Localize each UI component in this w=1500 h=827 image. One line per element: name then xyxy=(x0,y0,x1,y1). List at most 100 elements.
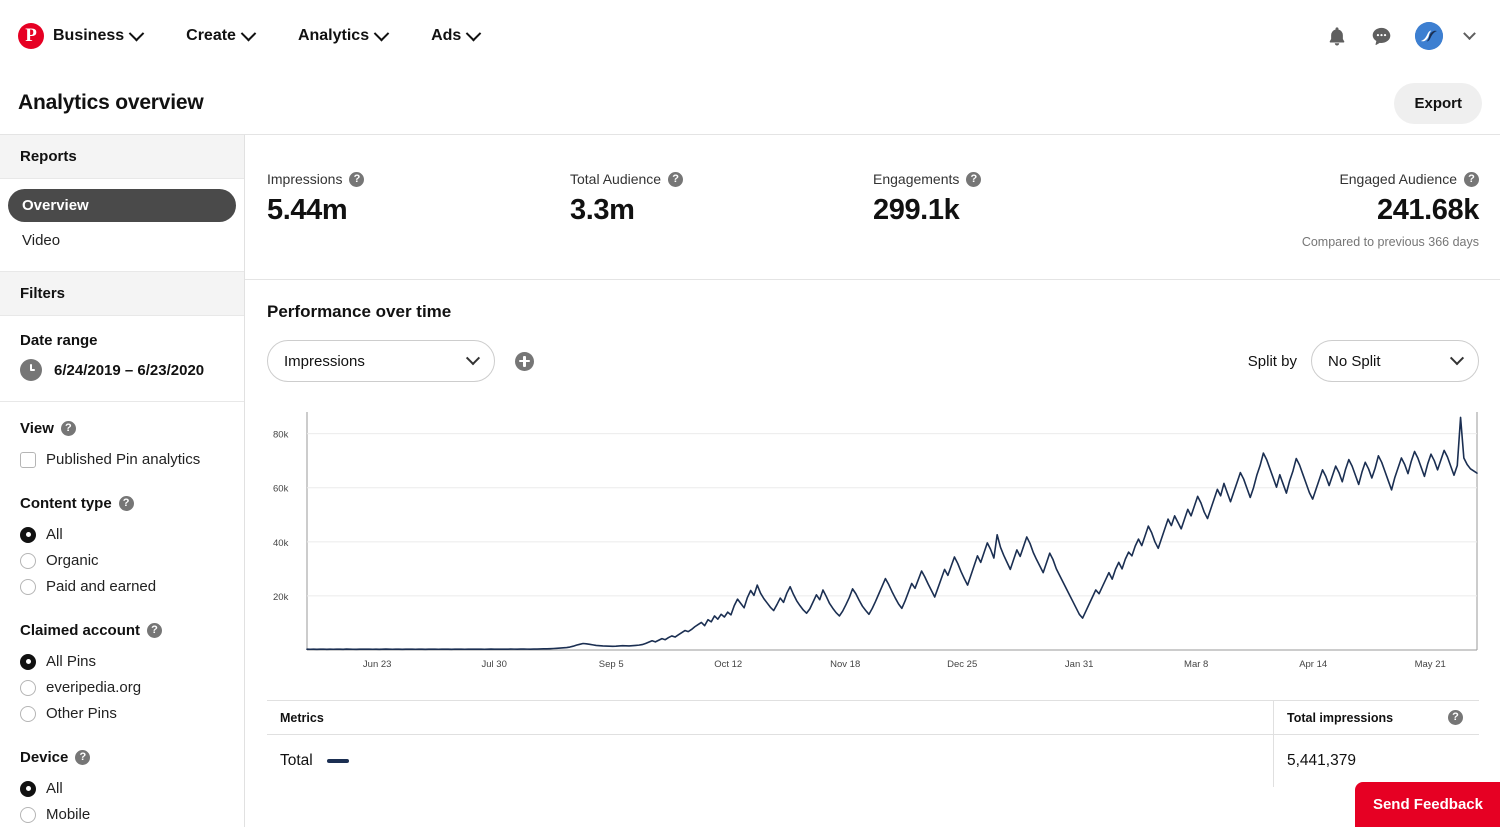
main-content: Impressions ? 5.44m Total Audience ? 3.3… xyxy=(245,134,1500,827)
radio-content-type-all[interactable]: All xyxy=(20,522,224,548)
checkbox-published-pin-analytics[interactable]: Published Pin analytics xyxy=(20,447,224,473)
metric-value: 5.44m xyxy=(267,194,348,226)
metric-label: Engagements ? xyxy=(873,171,1176,187)
send-feedback-button[interactable]: Send Feedback xyxy=(1354,782,1500,827)
radio-button xyxy=(20,705,36,722)
svg-text:May 21: May 21 xyxy=(1415,659,1446,670)
date-range-value: 6/24/2019 – 6/23/2020 xyxy=(54,361,205,379)
help-icon[interactable]: ? xyxy=(147,623,163,638)
svg-text:Oct 12: Oct 12 xyxy=(714,659,742,670)
nav-item-ads[interactable]: Ads xyxy=(431,21,493,51)
split-by-select[interactable]: No Split xyxy=(1311,340,1479,382)
sidebar-report-links: Overview Video xyxy=(0,179,244,272)
chevron-down-icon xyxy=(240,25,257,41)
performance-line-chart: 20k 40k 60k 80k Jun 23 Jul 30 Sep 5 Oct 12 Nov 1… xyxy=(273,412,1478,670)
help-icon[interactable]: ? xyxy=(75,750,91,765)
filter-claimed-account: Claimed account ? All Pins everipedia.or… xyxy=(0,604,244,731)
nav-item-analytics[interactable]: Analytics xyxy=(298,21,401,51)
radio-device-all[interactable]: All xyxy=(20,776,224,802)
avatar[interactable] xyxy=(1415,22,1443,50)
page-title: Analytics overview xyxy=(18,91,204,114)
option-label: Other Pins xyxy=(46,705,117,722)
chevron-down-icon xyxy=(373,25,390,41)
nav-label: Create xyxy=(186,27,236,44)
metric-engagements: Engagements ? 299.1k xyxy=(873,171,1176,249)
top-navigation-bar: P Business Create Analytics Ads xyxy=(0,0,1500,72)
column-header-metrics: Metrics xyxy=(267,701,1274,734)
column-header-total: Total impressions ? xyxy=(1274,701,1479,734)
chevron-down-icon xyxy=(465,351,481,366)
chart-section: Performance over time Impressions Split … xyxy=(245,280,1500,787)
nav-label: Ads xyxy=(431,27,462,44)
chart-plot: 20k 40k 60k 80k Jun 23 Jul 30 Sep 5 Oct 12 Nov 1… xyxy=(267,404,1479,686)
svg-text:Apr 14: Apr 14 xyxy=(1299,659,1327,670)
svg-text:60k: 60k xyxy=(273,484,289,495)
plus-circle-icon[interactable] xyxy=(515,351,534,371)
filter-title-view: View ? xyxy=(20,420,224,437)
metric-value: 241.68k xyxy=(1376,194,1479,226)
radio-button xyxy=(20,780,36,797)
split-by-value: No Split xyxy=(1328,352,1381,370)
filter-content-type: Content type ? All Organic Paid and earn… xyxy=(0,477,244,604)
filter-device: Device ? All Mobile xyxy=(0,731,244,827)
help-icon[interactable]: ? xyxy=(60,421,76,436)
chevron-down-icon xyxy=(128,25,145,41)
metric-engaged-audience: Engaged Audience ? 241.68k Compared to p… xyxy=(1176,171,1480,249)
metric-comparison-note: Compared to previous 366 days xyxy=(1301,235,1479,249)
option-label: All xyxy=(46,780,63,797)
sidebar-heading-reports: Reports xyxy=(0,135,244,179)
svg-text:Nov 18: Nov 18 xyxy=(830,659,860,670)
pinterest-logo-icon[interactable]: P xyxy=(18,23,44,49)
help-icon[interactable]: ? xyxy=(349,171,365,187)
page-body: Reports Overview Video Filters Date rang… xyxy=(0,134,1500,827)
chevron-down-icon[interactable] xyxy=(1463,26,1476,40)
metric-select[interactable]: Impressions xyxy=(267,340,495,382)
chat-bubble-icon[interactable] xyxy=(1370,25,1393,48)
export-button[interactable]: Export xyxy=(1394,82,1482,124)
table-cell-total-impressions: 5,441,379 xyxy=(1287,752,1356,769)
sidebar: Reports Overview Video Filters Date rang… xyxy=(0,134,245,827)
chart-heading: Performance over time xyxy=(267,302,452,321)
help-icon[interactable]: ? xyxy=(668,171,684,187)
help-icon[interactable]: ? xyxy=(118,496,134,511)
metric-select-value: Impressions xyxy=(284,352,365,370)
metric-total-audience: Total Audience ? 3.3m xyxy=(570,171,873,249)
date-range-picker[interactable]: 6/24/2019 – 6/23/2020 xyxy=(20,359,224,381)
radio-content-type-organic[interactable]: Organic xyxy=(20,548,224,574)
nav-item-create[interactable]: Create xyxy=(186,21,268,51)
radio-content-type-paid-and-earned[interactable]: Paid and earned xyxy=(20,574,224,600)
option-label: everipedia.org xyxy=(46,679,142,696)
help-icon[interactable]: ? xyxy=(1448,710,1463,725)
radio-claimed-everipedia[interactable]: everipedia.org xyxy=(20,675,224,701)
option-label: Paid and earned xyxy=(46,578,157,595)
bell-icon[interactable] xyxy=(1326,25,1348,48)
filter-date-range: Date range 6/24/2019 – 6/23/2020 xyxy=(0,316,244,385)
sidebar-item-video[interactable]: Video xyxy=(8,224,236,257)
radio-claimed-all-pins[interactable]: All Pins xyxy=(20,649,224,675)
table-row: Total 5,441,379 xyxy=(267,735,1479,787)
chevron-down-icon xyxy=(1449,351,1465,366)
option-label: All xyxy=(46,526,63,543)
help-icon[interactable]: ? xyxy=(1464,171,1479,187)
svg-text:20k: 20k xyxy=(273,592,289,603)
metrics-table: Metrics Total impressions ? Total 5,441,… xyxy=(267,700,1479,787)
filter-title-content-type: Content type ? xyxy=(20,495,224,512)
filter-title-date-range: Date range xyxy=(20,332,98,349)
summary-metrics-row: Impressions ? 5.44m Total Audience ? 3.3… xyxy=(245,135,1500,280)
radio-device-mobile[interactable]: Mobile xyxy=(20,802,224,827)
metric-value: 299.1k xyxy=(873,194,960,226)
nav-label: Business xyxy=(53,27,125,44)
option-label: Mobile xyxy=(46,806,91,823)
radio-button xyxy=(20,653,36,670)
help-icon[interactable]: ? xyxy=(966,171,982,187)
filter-view: View ? Published Pin analytics xyxy=(0,401,244,477)
split-by-group: Split by No Split xyxy=(1248,340,1479,382)
metric-impressions: Impressions ? 5.44m xyxy=(267,171,570,249)
sidebar-item-overview[interactable]: Overview xyxy=(8,189,236,222)
metric-label: Impressions ? xyxy=(267,171,570,187)
nav-item-business[interactable]: Business xyxy=(53,21,156,51)
nav-label: Analytics xyxy=(297,27,370,44)
metric-label: Total Audience ? xyxy=(570,171,873,187)
radio-claimed-other-pins[interactable]: Other Pins xyxy=(20,701,224,727)
metrics-table-header: Metrics Total impressions ? xyxy=(267,701,1479,735)
